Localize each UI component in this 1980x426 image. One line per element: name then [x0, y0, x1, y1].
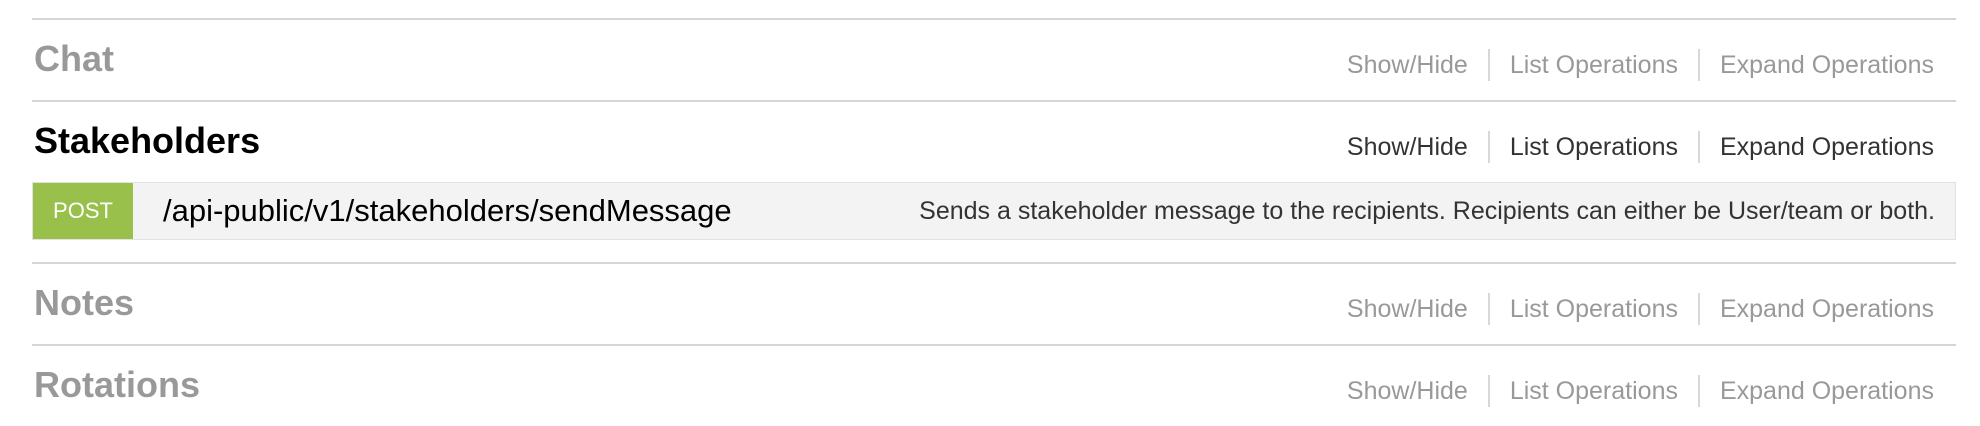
show-hide-link[interactable]: Show/Hide: [1347, 50, 1468, 80]
resource-heading: Rotations Show/Hide List Operations Expa…: [32, 346, 1956, 426]
resource-heading: Notes Show/Hide List Operations Expand O…: [32, 264, 1956, 344]
resource-title-notes[interactable]: Notes: [34, 282, 134, 324]
api-resource-list: Chat Show/Hide List Operations Expand Op…: [32, 18, 1956, 426]
expand-operations-link[interactable]: Expand Operations: [1720, 132, 1934, 162]
resource-heading: Stakeholders Show/Hide List Operations E…: [32, 102, 1956, 182]
resource-rotations: Rotations Show/Hide List Operations Expa…: [32, 344, 1956, 426]
resource-chat: Chat Show/Hide List Operations Expand Op…: [32, 18, 1956, 100]
options-divider: [1487, 49, 1490, 81]
options-divider: [1487, 131, 1490, 163]
list-operations-link[interactable]: List Operations: [1510, 376, 1678, 406]
show-hide-link[interactable]: Show/Hide: [1347, 132, 1468, 162]
resource-stakeholders: Stakeholders Show/Hide List Operations E…: [32, 100, 1956, 240]
resource-options: Show/Hide List Operations Expand Operati…: [1347, 131, 1934, 163]
resource-title-stakeholders[interactable]: Stakeholders: [34, 120, 260, 162]
endpoint-row[interactable]: POST /api-public/v1/stakeholders/sendMes…: [32, 182, 1956, 240]
expand-operations-link[interactable]: Expand Operations: [1720, 50, 1934, 80]
options-divider: [1697, 293, 1700, 325]
list-operations-link[interactable]: List Operations: [1510, 294, 1678, 324]
expand-operations-link[interactable]: Expand Operations: [1720, 376, 1934, 406]
options-divider: [1487, 375, 1490, 407]
list-operations-link[interactable]: List Operations: [1510, 132, 1678, 162]
expand-operations-link[interactable]: Expand Operations: [1720, 294, 1934, 324]
options-divider: [1487, 293, 1490, 325]
show-hide-link[interactable]: Show/Hide: [1347, 294, 1468, 324]
resource-title-chat[interactable]: Chat: [34, 38, 114, 80]
endpoint-summary[interactable]: Sends a stakeholder message to the recip…: [919, 183, 1935, 239]
http-method-badge[interactable]: POST: [33, 183, 133, 239]
options-divider: [1697, 131, 1700, 163]
resource-heading: Chat Show/Hide List Operations Expand Op…: [32, 20, 1956, 100]
endpoint-path[interactable]: /api-public/v1/stakeholders/sendMessage: [163, 183, 732, 239]
options-divider: [1697, 375, 1700, 407]
resource-options: Show/Hide List Operations Expand Operati…: [1347, 293, 1934, 325]
resource-options: Show/Hide List Operations Expand Operati…: [1347, 49, 1934, 81]
show-hide-link[interactable]: Show/Hide: [1347, 376, 1468, 406]
resource-title-rotations[interactable]: Rotations: [34, 364, 200, 406]
resource-options: Show/Hide List Operations Expand Operati…: [1347, 375, 1934, 407]
resource-notes: Notes Show/Hide List Operations Expand O…: [32, 262, 1956, 344]
list-operations-link[interactable]: List Operations: [1510, 50, 1678, 80]
options-divider: [1697, 49, 1700, 81]
